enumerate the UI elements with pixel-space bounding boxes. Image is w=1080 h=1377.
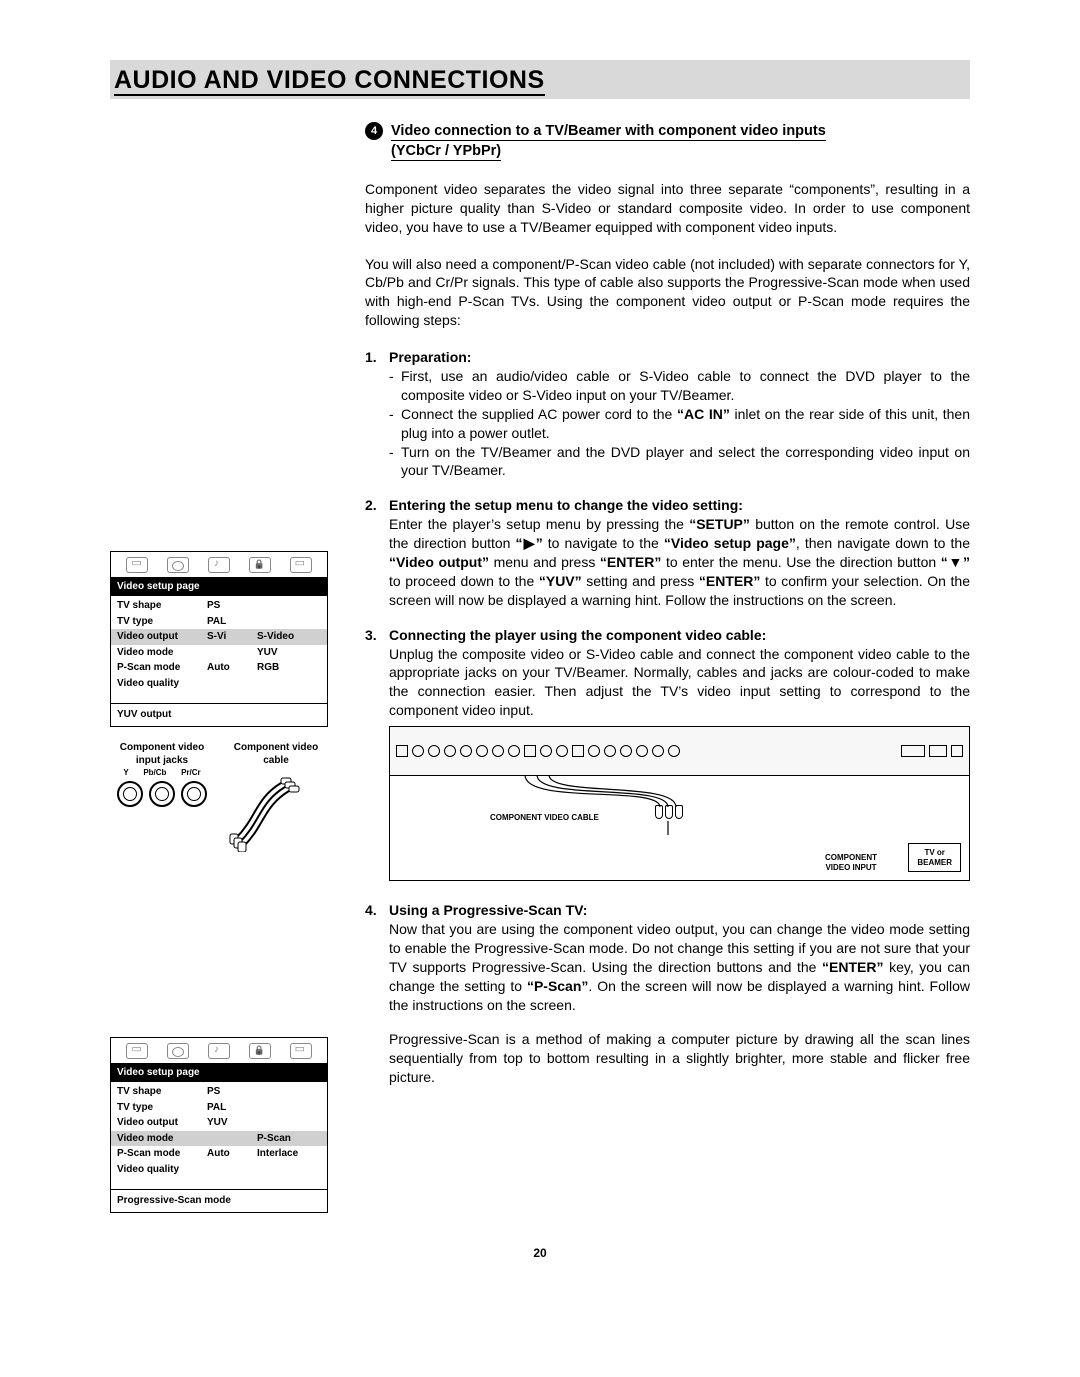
step-4-body: Now that you are using the component vid… bbox=[389, 920, 970, 1014]
setup2-header: Video setup page bbox=[111, 1063, 327, 1083]
step-4: Using a Progressive-Scan TV: Now that yo… bbox=[365, 901, 970, 1087]
component-illustration: Component video input jacks Y Pb/Cb Pr/C… bbox=[110, 741, 345, 852]
jack-pb bbox=[149, 781, 175, 807]
jack-y bbox=[117, 781, 143, 807]
tab-lock-icon bbox=[249, 557, 271, 573]
setup-row: Video modeYUV bbox=[111, 645, 327, 661]
setup-row: TV shapePS bbox=[111, 598, 327, 614]
section-number-badge: 4 bbox=[365, 122, 383, 140]
tab-audio-icon bbox=[167, 1043, 189, 1059]
tab-video-icon bbox=[290, 1043, 312, 1059]
setup-row: Video outputS-ViS-Video bbox=[111, 629, 327, 645]
setup-row: Video quality bbox=[111, 676, 327, 692]
intro-para-1: Component video separates the video sign… bbox=[365, 180, 970, 237]
step-4-body2: Progressive-Scan is a method of making a… bbox=[389, 1030, 970, 1087]
step-1-item: First, use an audio/video cable or S-Vid… bbox=[389, 367, 970, 405]
tab-dolby-icon bbox=[208, 557, 230, 573]
section-title-l2: (YCbCr / YPbPr) bbox=[391, 143, 501, 161]
setup-row: TV shapePS bbox=[111, 1084, 327, 1100]
page-title-bar: AUDIO AND VIDEO CONNECTIONS bbox=[110, 60, 970, 99]
page-number: 20 bbox=[110, 1245, 970, 1261]
sidebar: Video setup page TV shapePSTV typePALVid… bbox=[110, 121, 345, 1227]
tab-audio-icon bbox=[167, 557, 189, 573]
diagram-cable-label: COMPONENT VIDEO CABLE bbox=[490, 813, 599, 824]
connection-diagram: COMPONENT VIDEO CABLE COMPONENT VIDEO IN… bbox=[389, 726, 970, 881]
step-1-item: Turn on the TV/Beamer and the DVD player… bbox=[389, 443, 970, 481]
intro-para-2: You will also need a component/P-Scan vi… bbox=[365, 255, 970, 331]
tab-dolby-icon bbox=[208, 1043, 230, 1059]
setup1-header: Video setup page bbox=[111, 577, 327, 597]
setup-row: P-Scan modeAutoInterlace bbox=[111, 1146, 327, 1162]
page-title: AUDIO AND VIDEO CONNECTIONS bbox=[114, 66, 545, 96]
comp-cable-label1: Component video bbox=[224, 741, 328, 755]
cable-icon bbox=[226, 768, 326, 852]
jack-label-pb: Pb/Cb bbox=[143, 768, 166, 779]
comp-jacks-label1: Component video bbox=[110, 741, 214, 755]
setup2-footer: Progressive-Scan mode bbox=[111, 1189, 327, 1212]
setup-row: Video modeP-Scan bbox=[111, 1131, 327, 1147]
steps-list: Preparation: First, use an audio/video c… bbox=[365, 348, 970, 1087]
tab-lock-icon bbox=[249, 1043, 271, 1059]
section-title-l1: Video connection to a TV/Beamer with com… bbox=[391, 123, 826, 141]
rear-panel-icon bbox=[389, 726, 970, 776]
step-1-item: Connect the supplied AC power cord to th… bbox=[389, 405, 970, 443]
section-header: 4 Video connection to a TV/Beamer with c… bbox=[365, 121, 970, 162]
setup-row: P-Scan modeAutoRGB bbox=[111, 660, 327, 676]
plugs-icon bbox=[655, 805, 683, 819]
tab-general-icon bbox=[126, 557, 148, 573]
setup-menu-2: Video setup page TV shapePSTV typePALVid… bbox=[110, 1037, 328, 1213]
jack-label-y: Y bbox=[123, 768, 128, 779]
tab-video-icon bbox=[290, 557, 312, 573]
step-1: Preparation: First, use an audio/video c… bbox=[365, 348, 970, 480]
diagram-input-label: COMPONENT VIDEO INPUT bbox=[825, 853, 877, 872]
diagram-tv-box: TV or BEAMER bbox=[908, 843, 961, 872]
tab-general-icon bbox=[126, 1043, 148, 1059]
comp-cable-label2: cable bbox=[224, 754, 328, 768]
step-2-body: Enter the player’s setup menu by pressin… bbox=[389, 515, 970, 609]
jack-label-pr: Pr/Cr bbox=[181, 768, 201, 779]
setup1-footer: YUV output bbox=[111, 703, 327, 726]
jack-pr bbox=[181, 781, 207, 807]
setup-row: TV typePAL bbox=[111, 614, 327, 630]
setup-row: Video outputYUV bbox=[111, 1115, 327, 1131]
setup-row: TV typePAL bbox=[111, 1100, 327, 1116]
step-2: Entering the setup menu to change the vi… bbox=[365, 496, 970, 609]
step-3: Connecting the player using the componen… bbox=[365, 626, 970, 881]
setup-row: Video quality bbox=[111, 1162, 327, 1178]
comp-jacks-label2: input jacks bbox=[110, 754, 214, 768]
main-content: 4 Video connection to a TV/Beamer with c… bbox=[365, 121, 970, 1227]
step-3-body: Unplug the composite video or S-Video ca… bbox=[389, 645, 970, 721]
setup-menu-1: Video setup page TV shapePSTV typePALVid… bbox=[110, 551, 328, 727]
